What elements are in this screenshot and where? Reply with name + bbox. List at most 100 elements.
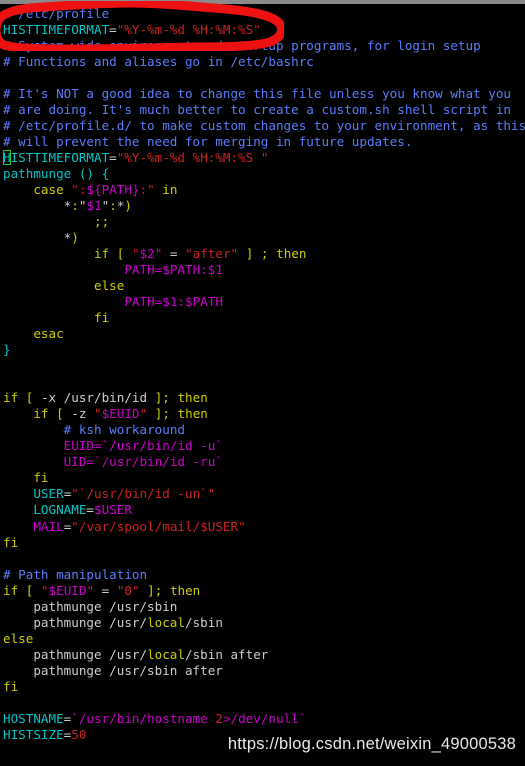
code-line[interactable]: # ksh workaround <box>3 422 525 438</box>
code-token: HISTSIZE <box>3 726 64 742</box>
code-line[interactable]: *) <box>3 230 525 246</box>
code-token: "`/usr/bin/id -un`" <box>71 486 216 502</box>
code-token: $1 <box>86 198 102 214</box>
code-line[interactable]: PATH=$PATH:$1 <box>3 262 525 278</box>
code-token: if <box>94 246 110 262</box>
code-token: " <box>86 582 95 598</box>
code-token: local <box>147 614 185 630</box>
code-token: fi <box>3 678 19 694</box>
code-token: USER <box>33 486 64 502</box>
code-line[interactable]: # /etc/profile.d/ to make custom changes… <box>3 118 525 134</box>
code-line[interactable]: LOGNAME=$USER <box>3 502 525 518</box>
code-line[interactable]: HISTTIMEFORMAT="%Y-%m-%d %H:%M:%S " <box>3 150 525 166</box>
code-line[interactable]: # /etc/profile <box>3 6 525 22</box>
code-token: esac <box>33 326 64 342</box>
code-line[interactable]: if [ "$2" = "after" ] ; then <box>3 246 525 262</box>
code-token: # /etc/profile.d/ to make custom changes… <box>3 118 525 134</box>
code-token: ${PATH} <box>86 182 140 198</box>
code-line[interactable]: pathmunge () { <box>3 166 525 182</box>
code-line[interactable] <box>3 358 525 374</box>
code-token: ;; <box>94 214 110 230</box>
code-token: ; <box>260 246 269 262</box>
code-token: /sbin after <box>184 646 269 662</box>
code-line[interactable]: pathmunge /usr/sbin <box>3 599 525 615</box>
code-token: " <box>40 582 49 598</box>
vim-editor-pane[interactable]: # /etc/profile HISTTIMEFORMAT="%Y-%m-%d %… <box>0 4 525 766</box>
code-token: "0" <box>116 582 140 598</box>
code-line[interactable]: if [ -x /usr/bin/id ]; then <box>3 390 525 406</box>
code-line[interactable]: pathmunge /usr/local/sbin <box>3 615 525 631</box>
code-token: ; <box>162 406 170 422</box>
code-line[interactable]: else <box>3 278 525 294</box>
code-line[interactable]: UID=`/usr/bin/id -ru` <box>3 454 525 470</box>
code-line[interactable]: # Path manipulation <box>3 567 525 583</box>
code-line[interactable] <box>3 374 525 390</box>
code-line[interactable]: EUID=`/usr/bin/id -u` <box>3 438 525 454</box>
code-token: $EUID <box>48 582 87 598</box>
code-line[interactable]: else <box>3 631 525 647</box>
code-line[interactable]: HISTTIMEFORMAT="%Y-%m-%d %H:%M:%S" <box>3 22 525 38</box>
code-token: [ <box>56 406 64 422</box>
code-line[interactable]: # Functions and aliases go in /etc/bashr… <box>3 54 525 70</box>
code-token: = <box>109 22 117 38</box>
code-line[interactable]: USER="`/usr/bin/id -un`" <box>3 486 525 502</box>
code-line[interactable]: # System wide environment and startup pr… <box>3 38 525 54</box>
code-line[interactable] <box>3 695 525 711</box>
code-token: MAIL <box>33 518 64 534</box>
code-line[interactable]: if [ -z "$EUID" ]; then <box>3 406 525 422</box>
code-line[interactable]: esac <box>3 326 525 342</box>
code-line[interactable]: # will prevent the need for merging in f… <box>3 134 525 150</box>
code-line[interactable] <box>3 551 525 567</box>
code-line[interactable]: # are doing. It's much better to create … <box>3 102 525 118</box>
code-token: pathmunge /usr/ <box>3 614 148 630</box>
code-token: = <box>86 502 95 518</box>
code-line[interactable]: } <box>3 342 525 358</box>
code-token: = <box>109 150 117 166</box>
code-token: = <box>162 246 186 262</box>
code-token: = <box>94 582 117 598</box>
code-line[interactable]: PATH=$1:$PATH <box>3 294 525 310</box>
code-line[interactable]: # It's NOT a good idea to change this fi… <box>3 86 525 102</box>
code-line[interactable]: case ":${PATH}:" in <box>3 182 525 198</box>
code-line[interactable] <box>3 70 525 86</box>
code-token: # are doing. It's much better to create … <box>3 102 511 118</box>
code-line[interactable]: pathmunge /usr/sbin after <box>3 663 525 679</box>
code-token: # /etc/profile <box>3 6 110 21</box>
code-token: } <box>3 342 11 358</box>
code-token: ) <box>124 198 132 214</box>
code-token: then <box>276 246 307 262</box>
code-line[interactable]: if [ "$EUID" = "0" ]; then <box>3 583 525 599</box>
code-line[interactable]: fi <box>3 310 525 326</box>
code-line[interactable]: fi <box>3 470 525 486</box>
code-token: fi <box>3 534 19 550</box>
code-line[interactable]: MAIL="/var/spool/mail/$USER" <box>3 519 525 535</box>
code-line[interactable]: *:"$1":*) <box>3 198 525 214</box>
code-token: -z <box>63 406 95 422</box>
code-line[interactable]: fi <box>3 535 525 551</box>
code-token: $USER <box>94 502 132 518</box>
code-token: pathmunge /usr/ <box>3 646 148 662</box>
code-line[interactable]: HOSTNAME=`/usr/bin/hostname 2>/dev/null` <box>3 711 525 727</box>
code-token: if <box>33 406 49 422</box>
code-lines-container[interactable]: # /etc/profile HISTTIMEFORMAT="%Y-%m-%d %… <box>3 6 525 743</box>
code-line[interactable]: ;; <box>3 214 525 230</box>
code-token: "%Y-%m-%d %H:%M:%S " <box>116 150 269 166</box>
code-token: fi <box>94 310 110 326</box>
code-line[interactable]: pathmunge /usr/local/sbin after <box>3 647 525 663</box>
code-line[interactable]: fi <box>3 679 525 695</box>
code-token: then <box>177 406 208 422</box>
